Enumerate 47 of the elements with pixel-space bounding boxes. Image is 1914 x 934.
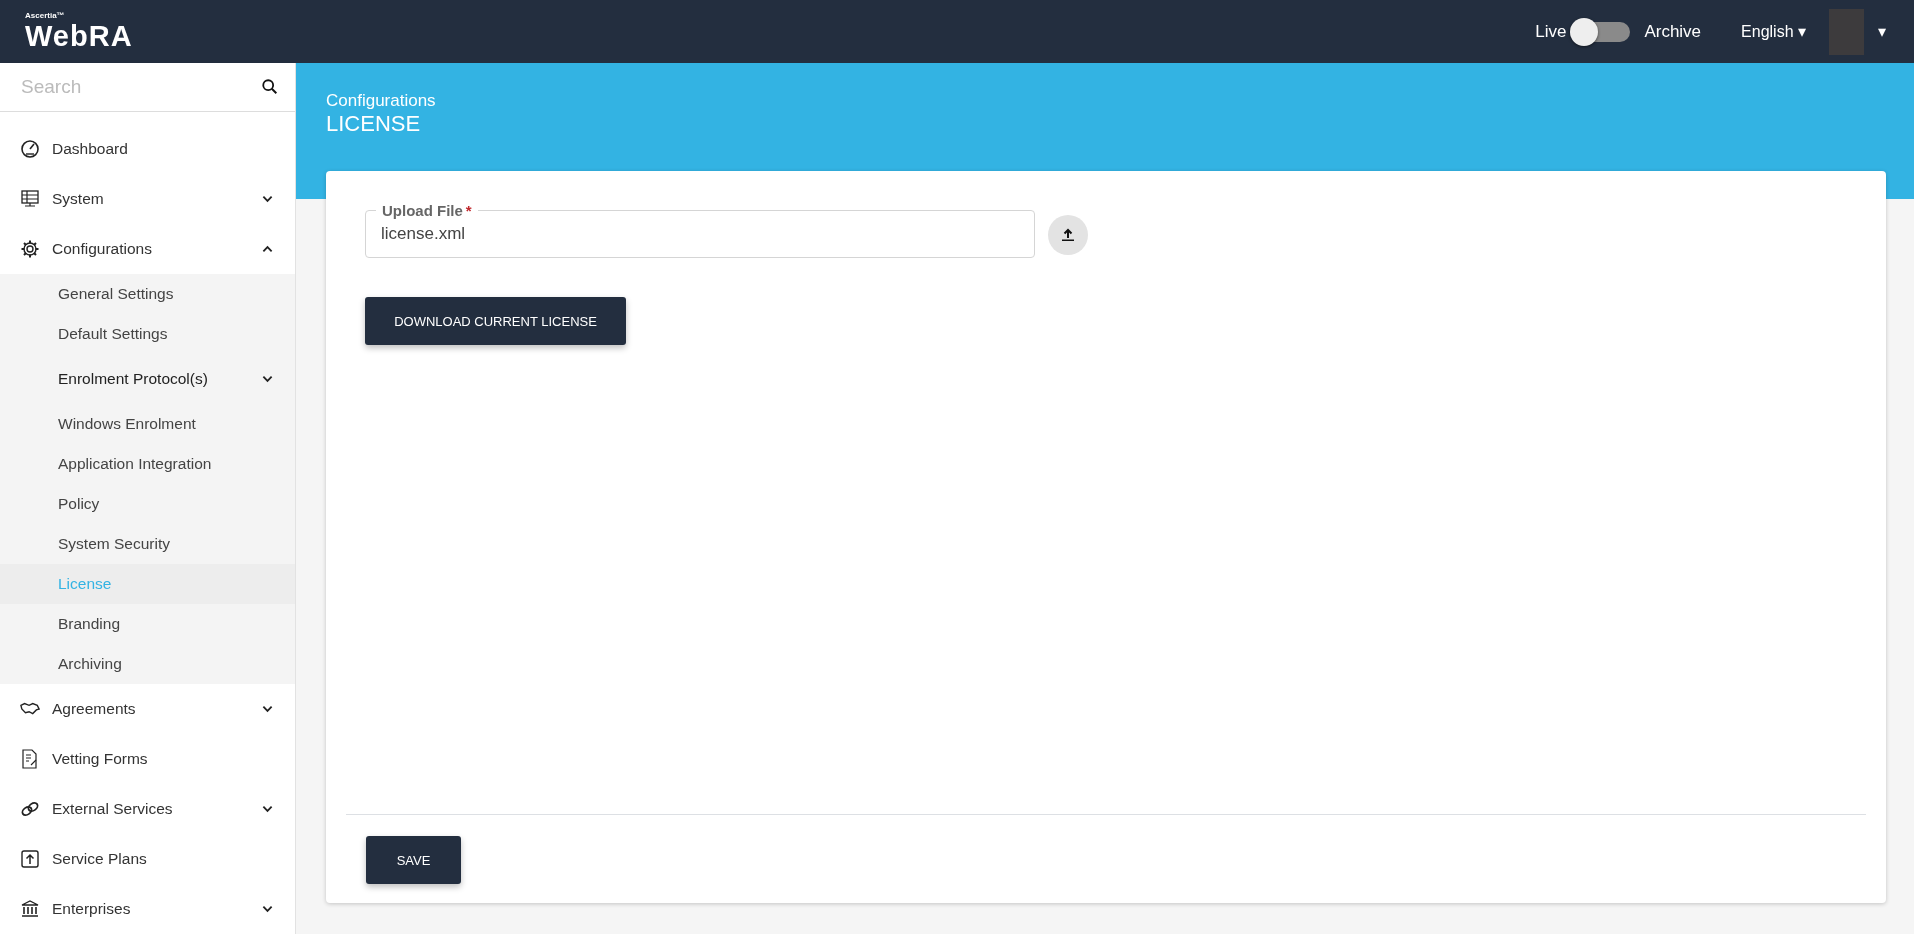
gear-icon	[20, 239, 40, 259]
search-icon	[261, 78, 279, 96]
submenu-item[interactable]: Branding	[0, 604, 295, 644]
submenu-group[interactable]: Enrolment Protocol(s)	[0, 354, 295, 404]
breadcrumb: Configurations	[326, 91, 437, 111]
sidebar-item[interactable]: System	[0, 174, 295, 224]
submenu-item[interactable]: General Settings	[0, 274, 295, 314]
submenu-item[interactable]: Application Integration	[0, 444, 295, 484]
submenu-item[interactable]: System Security	[0, 524, 295, 564]
link-icon	[20, 799, 40, 819]
chevron-down-icon	[262, 195, 273, 203]
submenu-item[interactable]: Windows Enrolment	[0, 404, 295, 444]
upload-file-field[interactable]: Upload File * license.xml	[365, 202, 1035, 258]
sidebar-item[interactable]: External Services	[0, 784, 295, 834]
bank-icon	[20, 899, 40, 919]
submenu-item[interactable]: Default Settings	[0, 314, 295, 354]
sidebar-item[interactable]: Vetting Forms	[0, 734, 295, 784]
sidebar-item[interactable]: Service Plans	[0, 834, 295, 884]
chevron-down-icon	[262, 705, 273, 713]
user-menu-caret[interactable]: ▾	[1878, 22, 1886, 41]
field-label: Upload File	[382, 202, 463, 219]
upload-button[interactable]	[1048, 214, 1088, 255]
chevron-down-icon	[262, 805, 273, 813]
submenu-item[interactable]: Policy	[0, 484, 295, 524]
required-mark: *	[465, 202, 472, 219]
sidebar-item[interactable]: Dashboard	[0, 124, 295, 174]
gauge-icon	[20, 139, 40, 159]
archive-label: Archive	[1644, 21, 1702, 42]
language-dropdown[interactable]: English ▾	[1741, 22, 1806, 41]
submenu-item[interactable]: Archiving	[0, 644, 295, 684]
page-title: LICENSE	[326, 111, 422, 137]
upload-icon	[1060, 226, 1076, 243]
upload-box-icon	[20, 849, 40, 869]
avatar-placeholder	[1829, 8, 1864, 55]
sidebar-item[interactable]: Agreements	[0, 684, 295, 734]
sidebar-item[interactable]: Configurations	[0, 224, 295, 274]
sidebar-item[interactable]: Enterprises	[0, 884, 295, 934]
download-license-button[interactable]: DOWNLOAD CURRENT LICENSE	[365, 297, 626, 345]
logo-caption: Ascertia™	[25, 11, 66, 20]
save-button[interactable]: SAVE	[366, 836, 461, 884]
server-icon	[20, 189, 40, 209]
chevron-down-icon	[262, 905, 273, 913]
chevron-down-icon	[262, 375, 273, 383]
form-icon	[20, 749, 40, 769]
chevron-up-icon	[262, 245, 273, 253]
logo-text: WebRA	[25, 20, 133, 52]
live-label: Live	[1535, 21, 1567, 42]
